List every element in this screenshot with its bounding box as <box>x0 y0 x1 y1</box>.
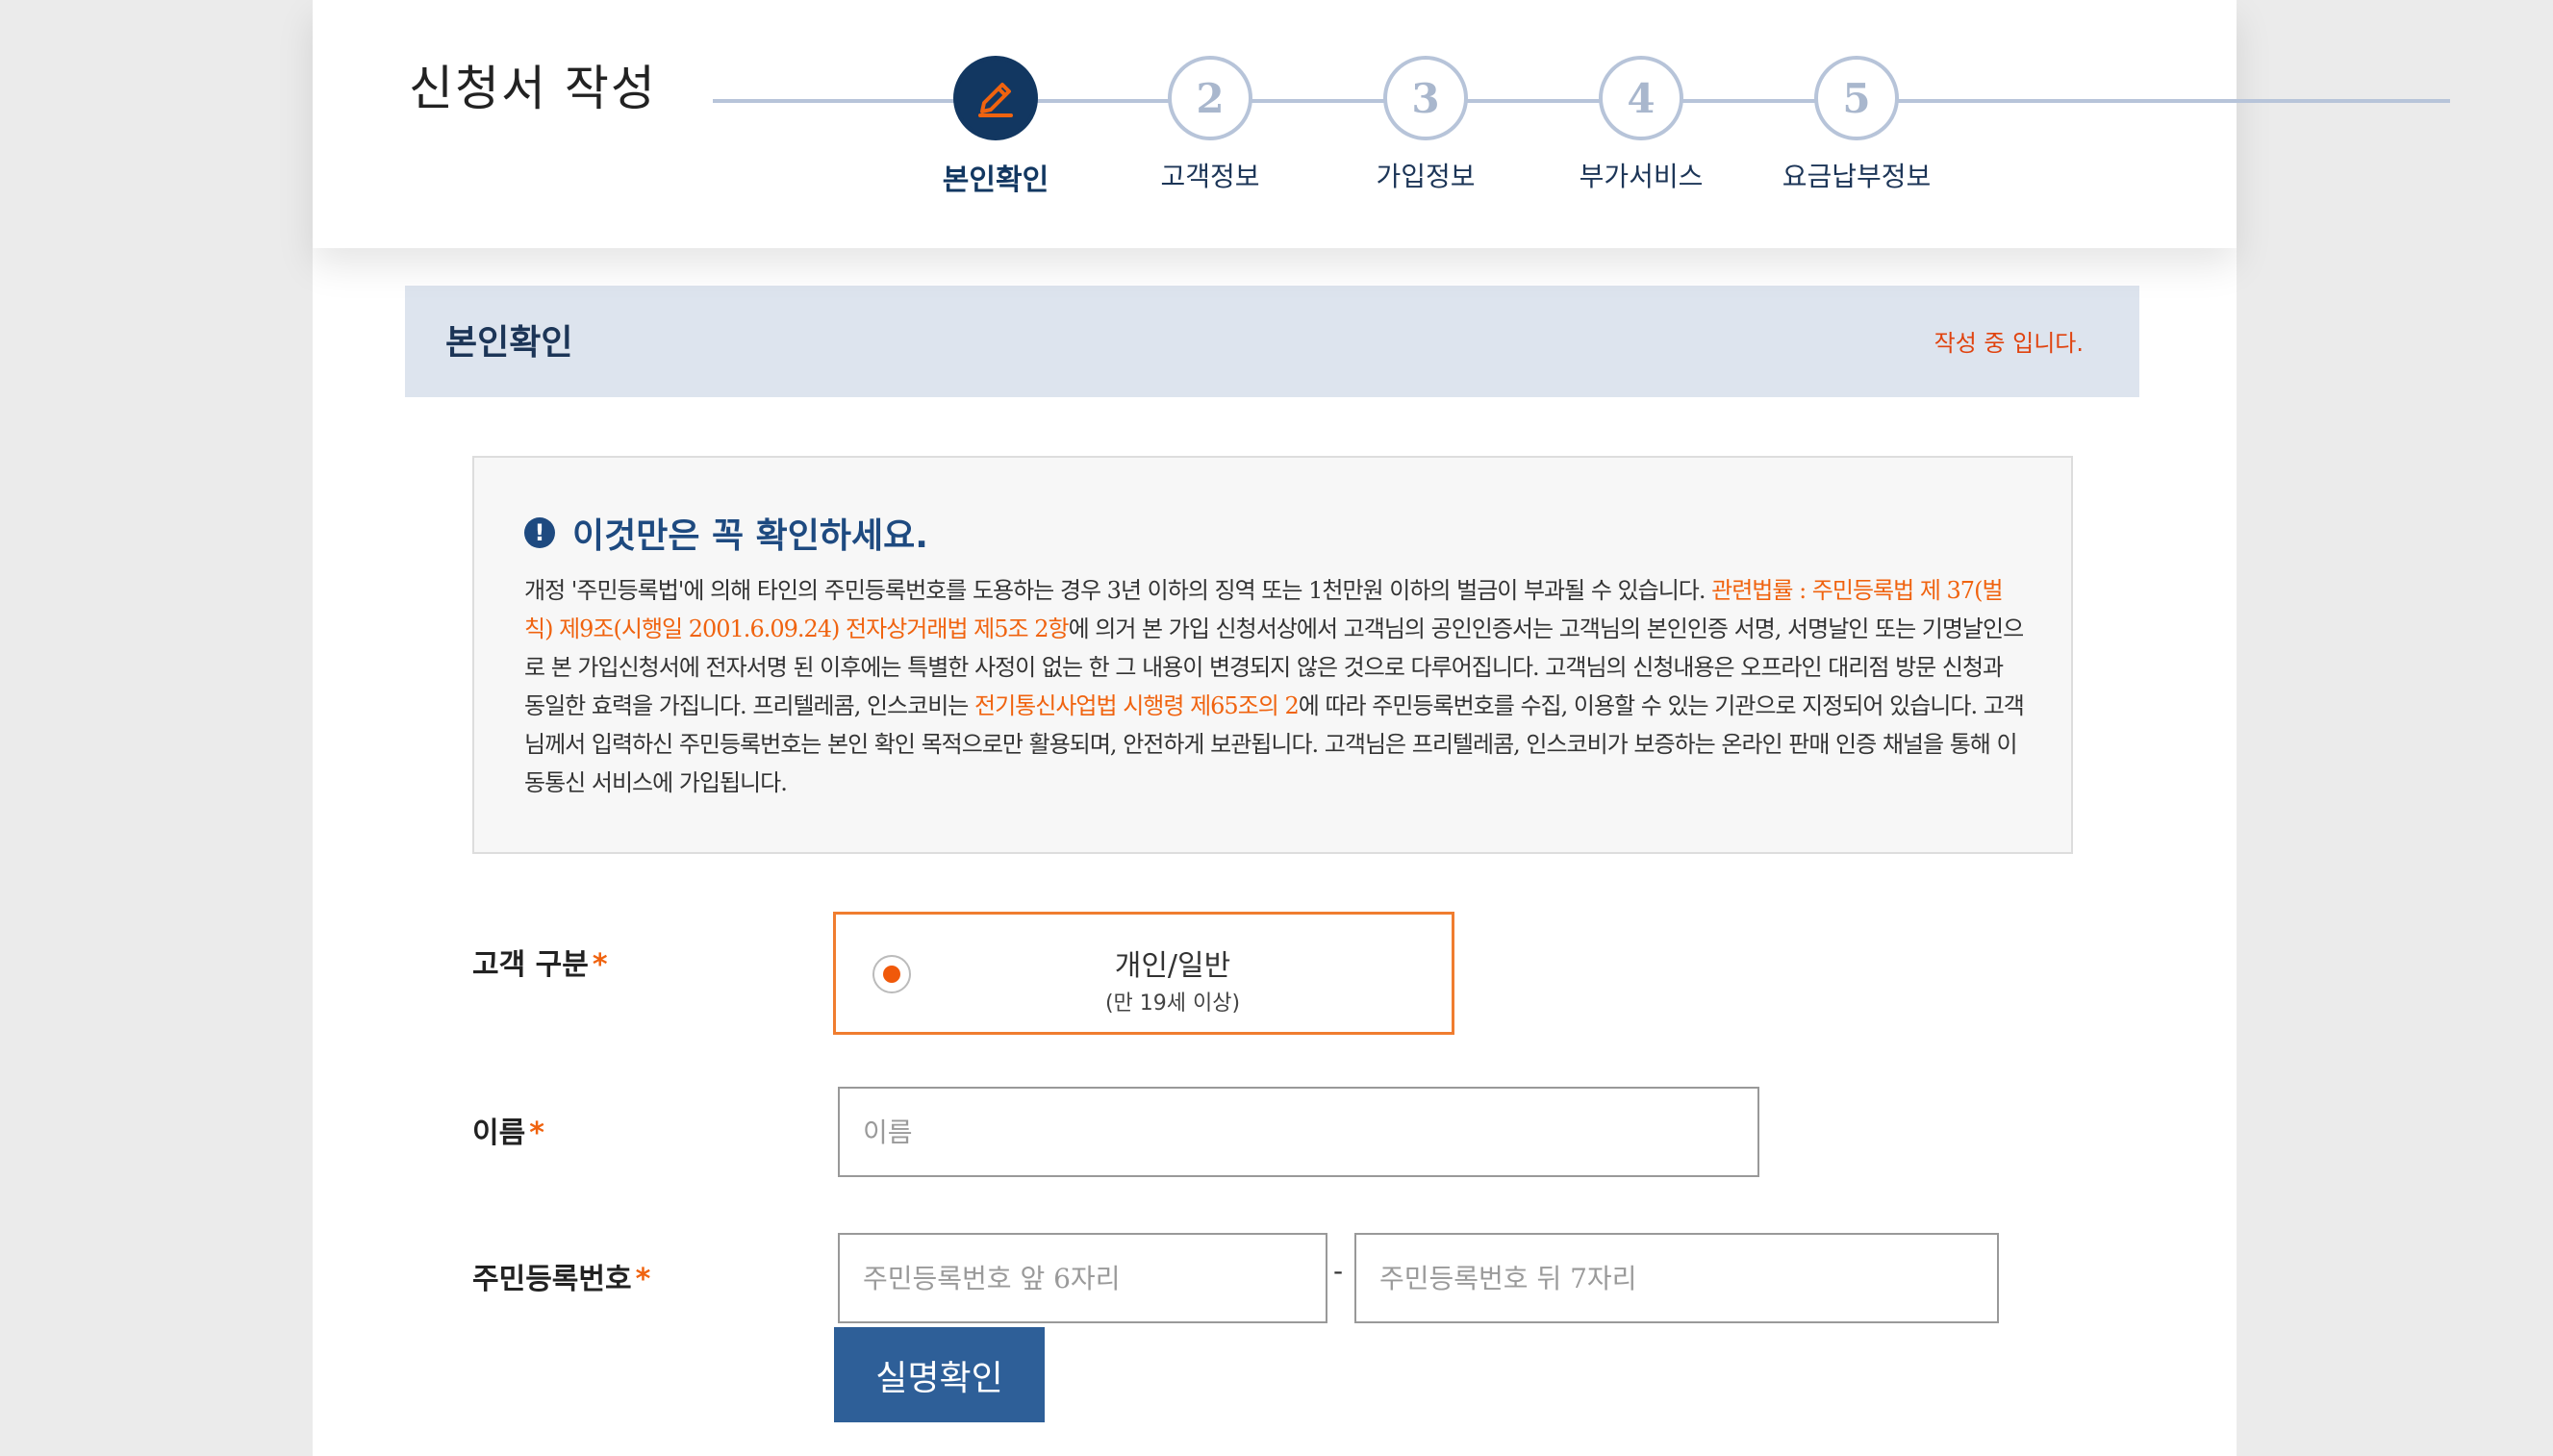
step-label: 요금납부정보 <box>1782 161 1932 192</box>
step-identity: 본인확인 <box>871 56 1121 198</box>
notice-text: 개정 '주민등록법'에 의해 타인의 주민등록번호를 도용하는 경우 3년 이하… <box>524 577 1712 604</box>
name-label: 이름 * <box>472 1109 544 1151</box>
step-label: 본인확인 <box>942 163 1049 197</box>
pencil-icon <box>953 56 1038 140</box>
step-number: 3 <box>1383 56 1468 140</box>
customer-type-label: 고객 구분 * <box>472 941 608 983</box>
notice-body: 개정 '주민등록법'에 의해 타인의 주민등록번호를 도용하는 경우 3년 이하… <box>524 571 2025 802</box>
step-subscription-info: 3 가입정보 <box>1301 56 1551 194</box>
step-number: 2 <box>1168 56 1252 140</box>
exclamation-circle-icon: ! <box>524 517 555 548</box>
option-label: 개인/일반 <box>1114 949 1231 983</box>
label-text: 주민등록번호 <box>472 1263 632 1296</box>
step-label: 부가서비스 <box>1579 161 1704 192</box>
status-text: 작성 중 입니다. <box>1934 330 2084 357</box>
customer-type-option-individual[interactable]: 개인/일반 (만 19세 이상) <box>833 912 1454 1035</box>
page-title: 신청서 작성 <box>409 61 657 116</box>
step-customer-info: 2 고객정보 <box>1085 56 1335 194</box>
radio-button[interactable] <box>872 955 911 993</box>
step-label: 가입정보 <box>1376 161 1476 192</box>
step-label: 고객정보 <box>1160 161 1260 192</box>
label-text: 고객 구분 <box>472 948 589 982</box>
step-additional-services: 4 부가서비스 <box>1516 56 1766 194</box>
step-number: 5 <box>1814 56 1899 140</box>
law-reference-link: 전기통신사업법 시행령 제65조의 2 <box>974 692 1300 719</box>
section-title: 본인확인 <box>445 323 573 363</box>
required-mark: * <box>529 1117 544 1150</box>
required-mark: * <box>635 1263 651 1296</box>
notice-box: ! 이것만은 꼭 확인하세요. 개정 '주민등록법'에 의해 타인의 주민등록번… <box>472 456 2073 854</box>
name-input[interactable] <box>838 1087 1759 1177</box>
notice-header: ! 이것만은 꼭 확인하세요. <box>524 508 928 558</box>
section-header: 본인확인 작성 중 입니다. <box>405 286 2139 397</box>
rrn-separator: - <box>1333 1255 1344 1287</box>
real-name-verify-button[interactable]: 실명확인 <box>834 1327 1045 1422</box>
header: 신청서 작성 본인확인 2 고객정보 3 가입정보 4 부가서비스 5 요금납부… <box>313 0 2450 248</box>
rrn-back-input[interactable] <box>1354 1233 1999 1323</box>
rrn-front-input[interactable] <box>838 1233 1327 1323</box>
label-text: 이름 <box>472 1117 526 1150</box>
notice-title: 이것만은 꼭 확인하세요. <box>572 516 928 556</box>
rrn-label: 주민등록번호 * <box>472 1255 650 1297</box>
step-payment-info: 5 요금납부정보 <box>1731 56 1982 194</box>
step-number: 4 <box>1599 56 1683 140</box>
required-mark: * <box>592 948 608 982</box>
option-sublabel: (만 19세 이상) <box>1104 992 1241 1016</box>
